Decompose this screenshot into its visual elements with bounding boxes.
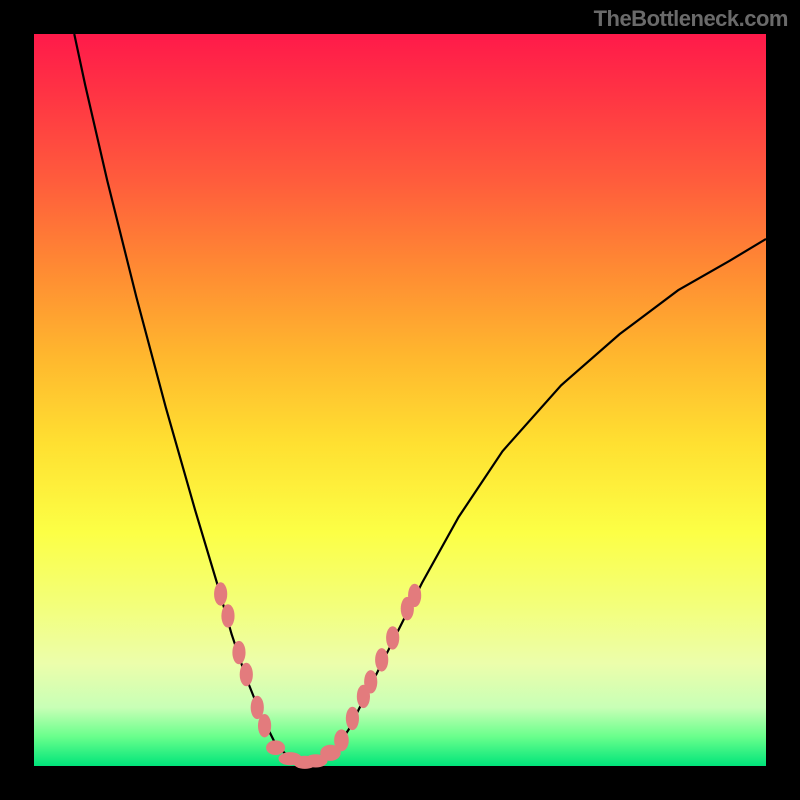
plot-area [34,34,766,766]
curve-marker [364,670,377,693]
curve-marker [240,663,253,686]
markers-group [214,582,421,769]
curve-marker [258,714,271,737]
curve-marker [408,584,421,607]
curve-marker [346,707,359,730]
curve-marker [334,729,349,751]
curve-marker [214,582,227,605]
curve-marker [232,641,245,664]
curve-marker [221,604,234,627]
chart-container: TheBottleneck.com [0,0,800,800]
curve-svg [34,34,766,766]
curve-marker [375,648,388,671]
curve-marker [266,740,285,755]
watermark-text: TheBottleneck.com [594,6,788,32]
bottleneck-curve [74,34,766,764]
curve-marker [386,626,399,649]
